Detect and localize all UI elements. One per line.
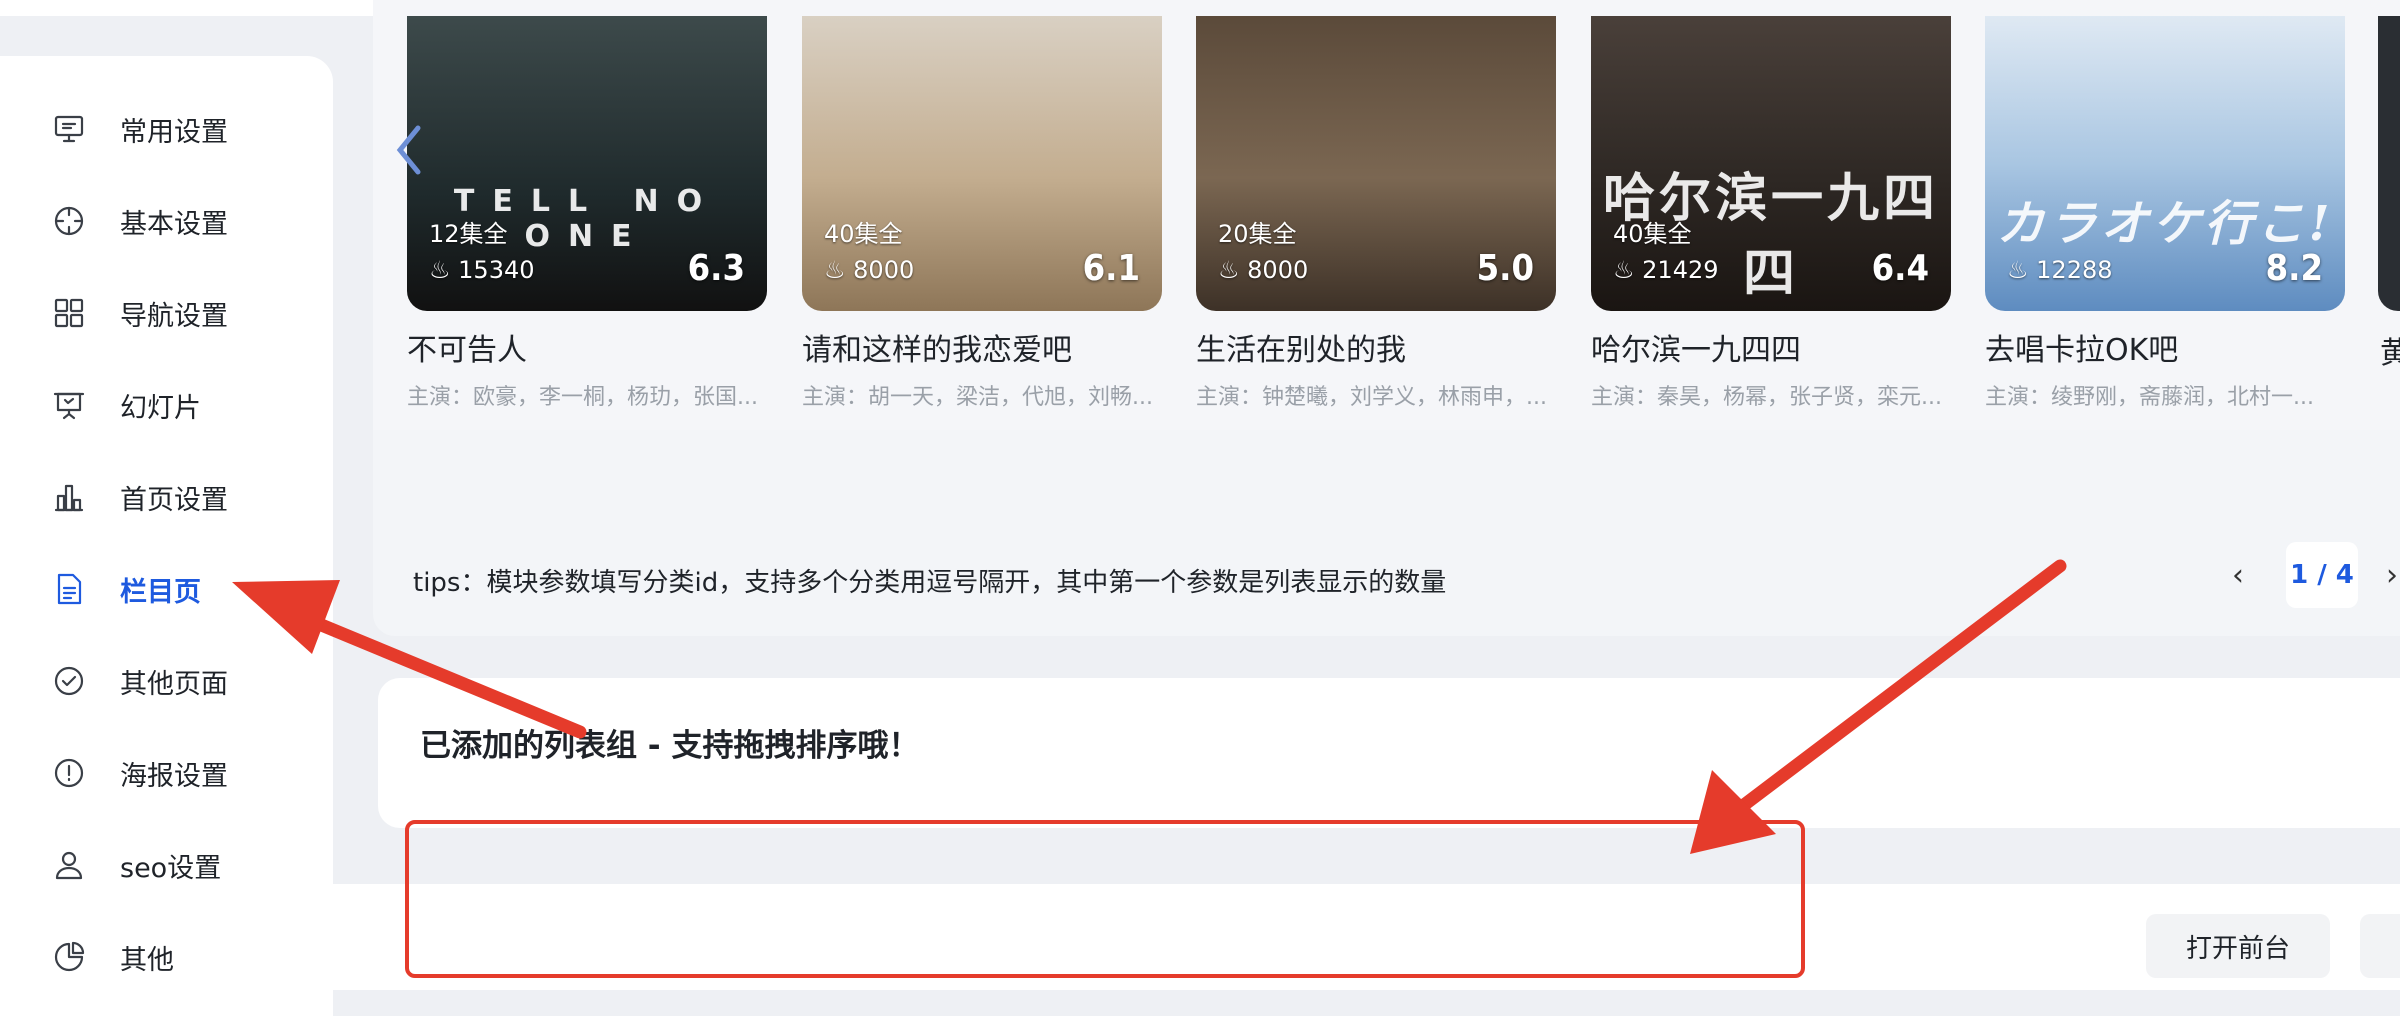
sidebar-item-home-settings[interactable]: 首页设置 [52, 472, 312, 522]
poster-image: TELL NO ONE 12集全 ♨ 15340 6.3 [407, 16, 767, 311]
sidebar-item-label: 其他 [120, 944, 174, 976]
heat-count: ♨ 21429 [1613, 256, 1719, 284]
sidebar-item-basic-settings[interactable]: 基本设置 [52, 196, 312, 246]
score: 6.4 [1871, 248, 1929, 289]
poster-image: カラオケ行こ! ♨ 12288 8.2 [1985, 16, 2345, 311]
score: 6.1 [1082, 248, 1140, 289]
card-cast: 主演：秦昊，杨幂，张子贤，栾元... [1591, 385, 1942, 410]
crosshair-icon [52, 204, 86, 238]
score: 8.2 [2265, 248, 2323, 289]
sidebar-item-label: 海报设置 [120, 760, 228, 792]
pager-next-button[interactable]: › [2386, 558, 2398, 593]
alert-circle-icon [52, 756, 86, 790]
card-cast: 主演：胡一天，梁洁，代旭，刘畅... [802, 385, 1153, 410]
drama-card[interactable]: 40集全 ♨ 8000 6.1 请和这样的我恋爱吧 主演：胡一天，梁洁，代旭，刘… [802, 16, 1162, 411]
card-cast: 主演：欧豪，李一桐，杨玏，张国... [407, 385, 758, 410]
poster-text: カラオケ行こ! [1996, 196, 2334, 252]
bar-chart-icon [52, 480, 86, 514]
sidebar-item-other-pages[interactable]: 其他页面 [52, 656, 312, 706]
sidebar-item-poster-settings[interactable]: 海报设置 [52, 748, 312, 798]
poster-image: 20集全 ♨ 8000 5.0 [1196, 16, 1556, 311]
episode-count: 12集全 [429, 220, 508, 248]
footer-button-partial[interactable] [2360, 914, 2400, 978]
sidebar-item-other[interactable]: 其他 [52, 932, 312, 982]
grid-icon [52, 296, 86, 330]
sidebar-item-label: 栏目页 [120, 576, 201, 608]
sidebar-item-nav-settings[interactable]: 导航设置 [52, 288, 312, 338]
card-cast: 主演：钟楚曦，刘学义，林雨申，... [1196, 385, 1547, 410]
episode-count: 40集全 [824, 220, 903, 248]
check-circle-icon [52, 664, 86, 698]
episode-count: 40集全 [1613, 220, 1692, 248]
poster-image: 40集全 ♨ 8000 6.1 [802, 16, 1162, 311]
drama-card[interactable]: 哈尔滨一九四四 40集全 ♨ 21429 6.4 哈尔滨一九四四 主演：秦昊，杨… [1591, 16, 1951, 411]
sidebar-item-label: 其他页面 [120, 668, 228, 700]
heat-count: ♨ 8000 [1218, 256, 1309, 284]
pie-chart-icon [52, 940, 86, 974]
sidebar-item-common-settings[interactable]: 常用设置 [52, 104, 312, 154]
sidebar-item-label: 幻灯片 [120, 392, 201, 424]
heat-count: ♨ 8000 [824, 256, 915, 284]
card-title[interactable]: 生活在别处的我 [1196, 325, 1556, 369]
sidebar-item-label: seo设置 [120, 852, 222, 884]
tips-text: tips：模块参数填写分类id，支持多个分类用逗号隔开，其中第一个参数是列表显示… [413, 568, 1447, 598]
sidebar-item-label: 导航设置 [120, 300, 228, 332]
pager-prev-button[interactable]: ‹ [2232, 558, 2244, 593]
document-icon [52, 572, 86, 606]
score: 5.0 [1476, 248, 1534, 289]
heat-count: ♨ 15340 [429, 256, 535, 284]
presentation-icon [52, 388, 86, 422]
poster-image: 哈尔滨一九四四 40集全 ♨ 21429 6.4 [1591, 16, 1951, 311]
drama-card[interactable]: TELL NO ONE 12集全 ♨ 15340 6.3 不可告人 主演：欧豪，… [407, 16, 767, 411]
monitor-settings-icon [52, 112, 86, 146]
episode-count: 20集全 [1218, 220, 1297, 248]
pager-current: 1 / 4 [2286, 542, 2358, 608]
card-title-partial: 黄 [2380, 336, 2400, 371]
list-group-title: 已添加的列表组 - 支持拖拽排序哦！ [420, 728, 920, 764]
sidebar-item-label: 基本设置 [120, 208, 228, 240]
heat-count: ♨ 12288 [2007, 256, 2113, 284]
card-title[interactable]: 不可告人 [407, 325, 767, 369]
card-cast: 主演：绫野刚，斋藤润，北村一... [1985, 385, 2314, 410]
score: 6.3 [687, 248, 745, 289]
sidebar-item-label: 首页设置 [120, 484, 228, 516]
sidebar-item-column-page[interactable]: 栏目页 [52, 564, 312, 614]
card-title[interactable]: 去唱卡拉OK吧 [1985, 325, 2345, 369]
open-frontend-button[interactable]: 打开前台 [2146, 914, 2330, 978]
drama-card[interactable]: カラオケ行こ! ♨ 12288 8.2 去唱卡拉OK吧 主演：绫野刚，斋藤润，北… [1985, 16, 2345, 411]
sidebar-item-seo-settings[interactable]: seo设置 [52, 840, 312, 890]
sidebar-item-label: 常用设置 [120, 116, 228, 148]
card-title[interactable]: 哈尔滨一九四四 [1591, 325, 1951, 369]
user-icon [52, 848, 86, 882]
sidebar-item-slides[interactable]: 幻灯片 [52, 380, 312, 430]
carousel-prev-icon[interactable] [392, 120, 426, 180]
drama-card-partial[interactable] [2378, 16, 2400, 311]
annotation-highlight-box [405, 820, 1805, 978]
card-title[interactable]: 请和这样的我恋爱吧 [802, 325, 1162, 369]
drama-card[interactable]: 20集全 ♨ 8000 5.0 生活在别处的我 主演：钟楚曦，刘学义，林雨申，.… [1196, 16, 1556, 411]
